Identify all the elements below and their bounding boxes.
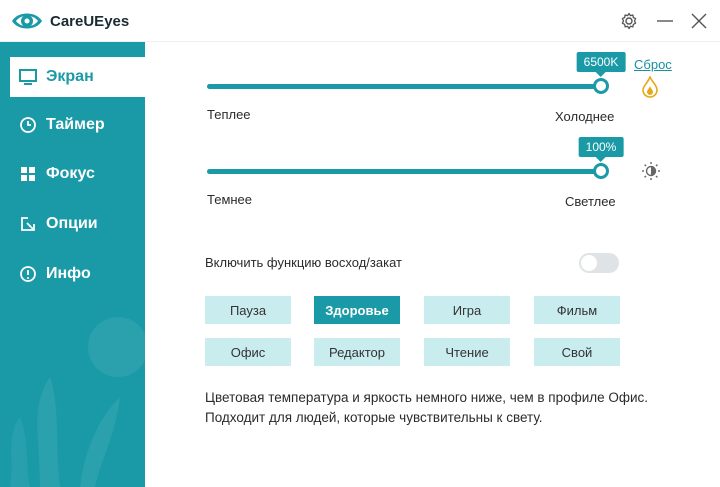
brightness-slider[interactable] [207,163,609,179]
screen-panel: 6500K Сброс Теплее Холоднее 100% Темнее … [145,42,720,487]
close-icon[interactable] [684,6,714,36]
preset-office-button[interactable]: Офис [205,338,291,366]
reset-link[interactable]: Сброс [634,57,672,72]
description-line: Цветовая температура и яркость немного н… [205,390,649,405]
sidebar-item-focus[interactable]: Фокус [10,154,145,194]
temperature-slider[interactable] [207,78,609,94]
slider-fill [207,169,601,174]
sidebar-decoration [10,317,145,487]
slider-thumb[interactable] [593,78,609,94]
options-icon [10,216,46,232]
brightness-min-label: Темнее [207,192,253,207]
app-logo-icon [10,8,44,34]
flame-icon [641,74,659,98]
brightness-max-label: Светлее [565,194,616,209]
sidebar-item-label: Таймер [46,116,105,133]
brightness-value-badge: 100% [578,137,624,162]
preset-editor-button[interactable]: Редактор [314,338,400,366]
sidebar-item-label: Опции [46,215,98,232]
slider-fill [207,84,601,89]
sunrise-sunset-toggle[interactable] [579,253,619,273]
sidebar-item-label: Фокус [46,165,95,182]
description-line: Подходит для людей, которые чувствительн… [205,410,543,425]
info-icon [10,265,46,283]
sidebar-item-label: Экран [46,68,94,85]
sidebar-item-timer[interactable]: Таймер [10,105,145,145]
clock-icon [10,116,46,134]
sidebar-item-screen[interactable]: Экран [10,57,145,97]
toggle-knob [581,255,597,271]
preset-game-button[interactable]: Игра [424,296,510,324]
preset-reading-button[interactable]: Чтение [424,338,510,366]
sidebar-item-info[interactable]: Инфо [10,254,145,294]
preset-description: Цветовая температура и яркость немного н… [205,388,705,428]
sidebar-item-label: Инфо [46,265,91,282]
temperature-value-badge: 6500K [576,52,626,77]
preset-health-button[interactable]: Здоровье [314,296,400,324]
minimize-icon[interactable] [650,6,680,36]
brightness-icon [641,161,661,181]
slider-thumb[interactable] [593,163,609,179]
preset-custom-button[interactable]: Свой [534,338,620,366]
preset-movie-button[interactable]: Фильм [534,296,620,324]
temperature-max-label: Холоднее [555,109,615,124]
preset-pause-button[interactable]: Пауза [205,296,291,324]
sunrise-sunset-label: Включить функцию восход/закат [205,255,402,270]
sidebar: Экран Таймер Фокус Опции Инфо [0,42,145,487]
settings-icon[interactable] [614,6,644,36]
temperature-min-label: Теплее [207,107,251,122]
app-title: CareUEyes [50,13,130,30]
windows-icon [10,166,46,182]
sidebar-item-options[interactable]: Опции [10,204,145,244]
title-bar: CareUEyes [0,0,720,42]
monitor-icon [10,69,46,85]
